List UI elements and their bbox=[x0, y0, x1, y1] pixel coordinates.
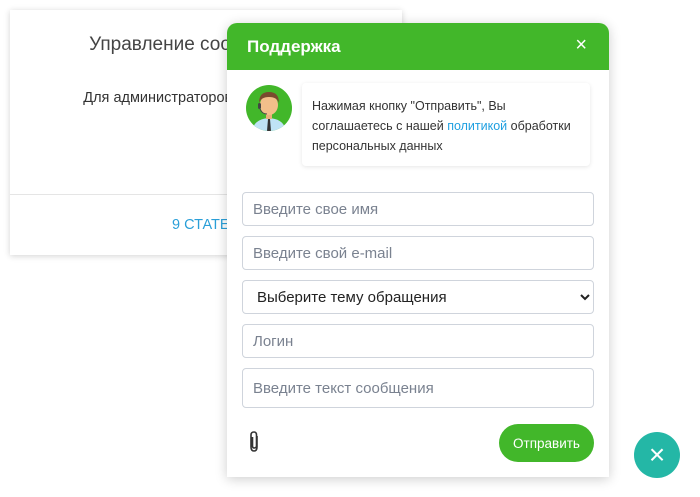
message-input[interactable] bbox=[242, 368, 594, 408]
widget-title: Поддержка bbox=[247, 37, 341, 56]
topic-select[interactable]: Выберите тему обращения bbox=[242, 280, 594, 314]
support-widget: Поддержка × Нажимая кнопку "Отправить", … bbox=[227, 23, 609, 477]
name-input[interactable] bbox=[242, 192, 594, 226]
send-button[interactable]: Отправить bbox=[499, 424, 594, 462]
login-input[interactable] bbox=[242, 324, 594, 358]
paperclip-icon[interactable] bbox=[247, 430, 261, 460]
operator-avatar bbox=[246, 85, 292, 131]
close-widget-button[interactable]: × bbox=[634, 432, 680, 478]
consent-message: Нажимая кнопку "Отправить", Вы соглашает… bbox=[302, 83, 590, 166]
close-icon[interactable]: × bbox=[575, 34, 587, 57]
widget-header: Поддержка × bbox=[227, 23, 609, 70]
privacy-policy-link[interactable]: политикой bbox=[447, 119, 507, 133]
email-input[interactable] bbox=[242, 236, 594, 270]
